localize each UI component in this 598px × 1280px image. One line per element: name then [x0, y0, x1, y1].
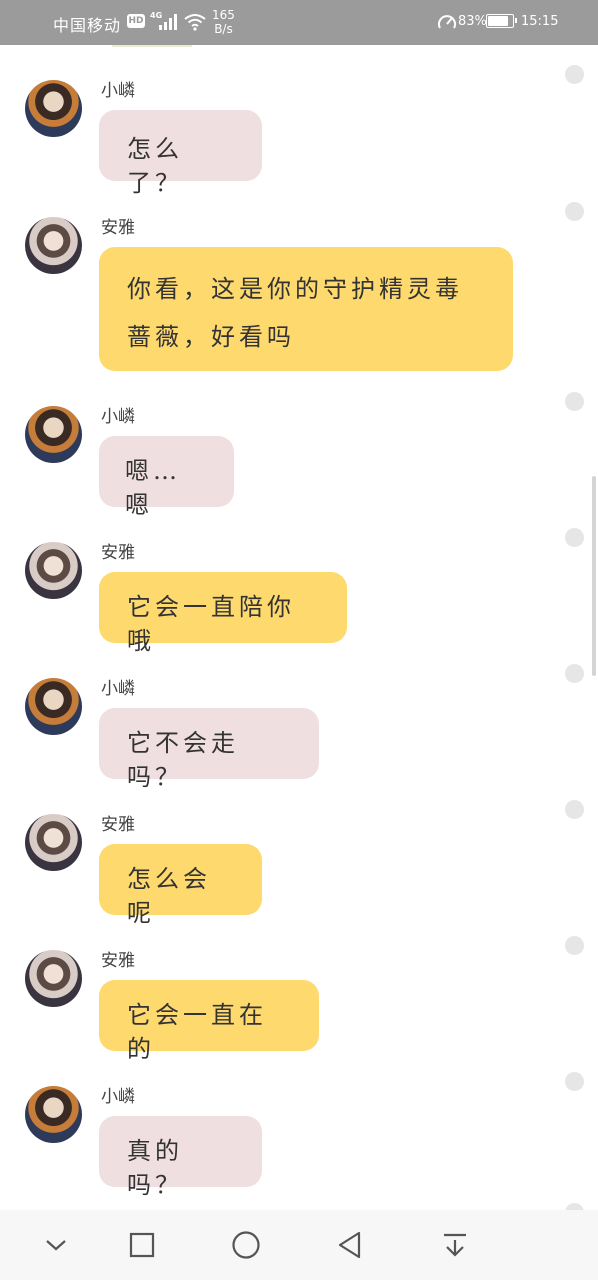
sender-name: 小嶙 [101, 81, 135, 101]
sender-name: 小嶙 [101, 407, 135, 427]
triangle-back-icon[interactable] [332, 1227, 368, 1263]
read-status-dot [565, 664, 584, 683]
sender-name: 小嶙 [101, 1087, 135, 1107]
message-bubble[interactable]: 它不会走吗？ [99, 708, 319, 791]
message-item: 小嶙 它不会走吗？ [0, 647, 598, 791]
avatar[interactable] [25, 406, 82, 463]
network-speed: 165 B/s [212, 8, 235, 36]
avatar[interactable] [25, 542, 82, 599]
message-bubble[interactable]: 真的吗？ [99, 1116, 262, 1199]
sender-name: 安雅 [101, 815, 135, 835]
message-item: 小嶙 嗯…嗯 [0, 375, 598, 519]
avatar[interactable] [25, 814, 82, 871]
carrier-name: 中国移动 [53, 16, 122, 35]
status-bar: 中国移动 HD 4G 165 B/s 83% 15:15 [0, 0, 598, 45]
chevron-down-icon[interactable] [38, 1227, 74, 1263]
power-saving-gauge-icon [438, 15, 456, 29]
sender-name: 小嶙 [101, 679, 135, 699]
message-item: 小嶙 真的吗？ [0, 1055, 598, 1210]
message-item: 小嶙 怎么了？ [0, 45, 598, 197]
message-bubble[interactable]: 它会一直在的 [99, 980, 319, 1063]
avatar[interactable] [25, 678, 82, 735]
message-bubble[interactable]: 怎么会呢 [99, 844, 262, 927]
network-speed-unit: B/s [214, 22, 233, 36]
read-status-dot [565, 800, 584, 819]
message-item: 安雅 怎么会呢 [0, 783, 598, 927]
read-status-dot [565, 392, 584, 411]
avatar[interactable] [25, 1086, 82, 1143]
navigation-bar [0, 1210, 598, 1280]
message-bubble[interactable]: 你看，这是你的守护精灵毒蔷薇，好看吗 [99, 247, 513, 371]
sender-name: 安雅 [101, 543, 135, 563]
signal-icon [159, 14, 177, 30]
battery-percent: 83% [458, 14, 487, 29]
battery-fill [488, 16, 508, 26]
scrollbar[interactable] [592, 476, 596, 676]
download-icon[interactable] [437, 1227, 473, 1263]
message-item: 安雅 它会一直陪你哦 [0, 511, 598, 655]
status-clock: 15:15 [521, 14, 559, 29]
read-status-dot [565, 936, 584, 955]
chat-list[interactable]: 小嶙 怎么了？ 安雅 你看，这是你的守护精灵毒蔷薇，好看吗 小嶙 嗯…嗯 安雅 … [0, 45, 598, 1222]
message-bubble[interactable]: 嗯…嗯 [99, 436, 234, 519]
message-bubble[interactable]: 怎么了？ [99, 110, 262, 197]
wifi-icon [184, 14, 206, 31]
read-status-dot [565, 1072, 584, 1091]
avatar[interactable] [25, 950, 82, 1007]
square-icon[interactable] [124, 1227, 160, 1263]
message-bubble[interactable]: 它会一直陪你哦 [99, 572, 347, 655]
network-speed-value: 165 [212, 8, 235, 22]
message-item: 安雅 它会一直在的 [0, 919, 598, 1063]
circle-home-icon[interactable] [228, 1227, 264, 1263]
sender-name: 安雅 [101, 951, 135, 971]
hd-badge: HD [127, 14, 145, 28]
message-item: 安雅 你看，这是你的守护精灵毒蔷薇，好看吗 [0, 193, 598, 375]
battery-icon [486, 14, 517, 28]
battery-nub [515, 18, 517, 23]
avatar[interactable] [25, 80, 82, 137]
read-status-dot [565, 202, 584, 221]
sender-name: 安雅 [101, 218, 135, 238]
avatar[interactable] [25, 217, 82, 274]
read-status-dot [565, 528, 584, 547]
read-status-dot [565, 65, 584, 84]
